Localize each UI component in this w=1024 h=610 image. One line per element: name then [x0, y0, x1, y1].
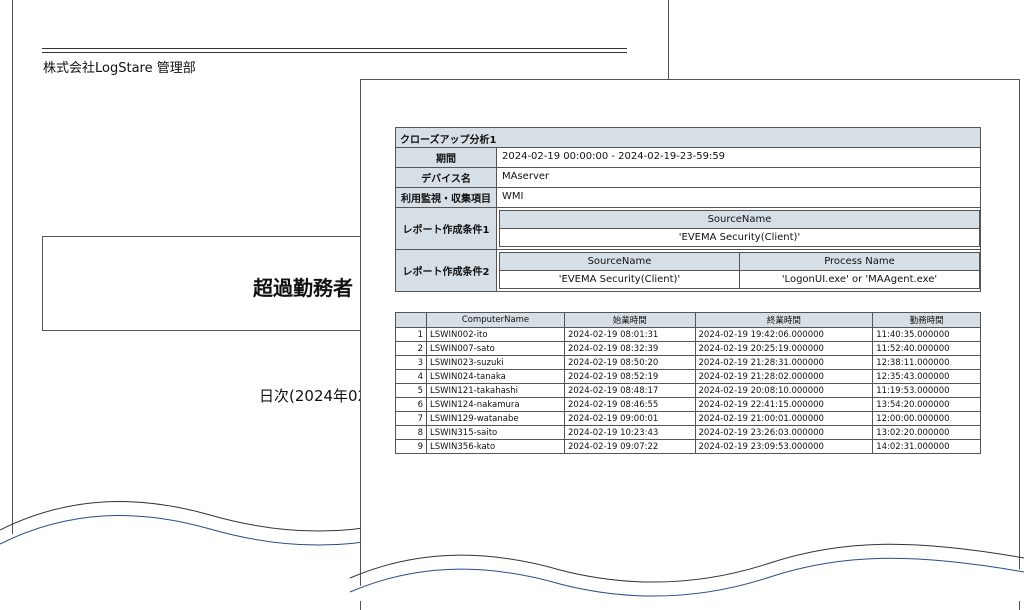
front-page-wave-edge	[349, 543, 1024, 601]
